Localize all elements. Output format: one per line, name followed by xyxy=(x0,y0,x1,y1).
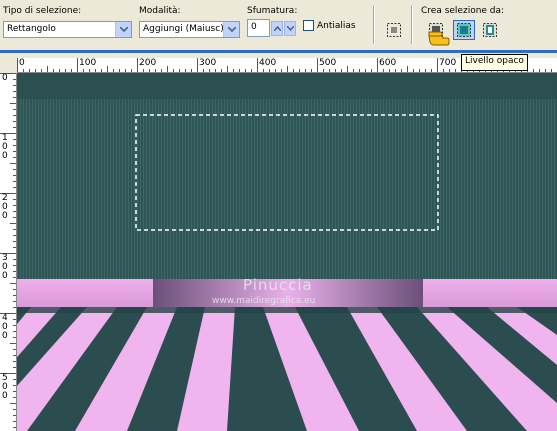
canvas-artwork xyxy=(17,73,557,431)
spin-down-icon[interactable] xyxy=(284,21,296,36)
floor-edge xyxy=(17,307,557,313)
toolbar-separator xyxy=(373,6,375,44)
select-opaque-layer-icon[interactable] xyxy=(453,20,475,40)
ruler-label: 0 xyxy=(19,58,25,68)
ruler-label: 5 0 0 xyxy=(2,373,8,401)
ruler-label: 600 xyxy=(379,58,397,68)
ruler-label: 0 xyxy=(2,73,8,83)
watermark-title: Pinuccia xyxy=(243,276,313,294)
selection-type-value: Rettangolo xyxy=(7,24,56,34)
select-from-vector-icon[interactable] xyxy=(481,21,499,39)
feather-value: 0 xyxy=(251,22,257,32)
selection-type-dropdown[interactable]: Rettangolo xyxy=(3,21,132,38)
dropdown-arrow-icon[interactable] xyxy=(223,22,239,37)
select-none-icon[interactable] xyxy=(385,21,403,39)
ruler-label: 100 xyxy=(79,58,97,68)
watermark-url: www.maidiregrafica.eu xyxy=(212,296,316,306)
vertical-ruler[interactable]: 0 1 0 0 2 0 0 3 0 0 4 0 0 5 0 0 xyxy=(0,73,17,431)
antialias-label: Antialias xyxy=(317,21,356,31)
selection-type-label: Tipo di selezione: xyxy=(3,6,82,16)
mode-dropdown[interactable]: Aggiungi (Maiusc) xyxy=(139,21,240,38)
spin-up-icon[interactable] xyxy=(271,21,283,36)
wall-top-band xyxy=(17,73,557,99)
ruler-label: 700 xyxy=(439,58,457,68)
ruler-label: 300 xyxy=(199,58,217,68)
image-canvas[interactable]: Pinuccia www.maidiregrafica.eu xyxy=(17,73,557,431)
tool-options-toolbar: Tipo di selezione: Rettangolo Modalità: … xyxy=(0,0,557,51)
ruler-label: 1 0 0 xyxy=(2,133,8,161)
mode-label: Modalità: xyxy=(139,6,181,16)
ruler-label: 200 xyxy=(139,58,157,68)
feather-label: Sfumatura: xyxy=(247,6,298,16)
ruler-corner xyxy=(0,58,17,73)
tooltip: Livello opaco xyxy=(461,54,528,71)
toolbar-separator xyxy=(411,6,413,44)
ruler-label: 3 0 0 xyxy=(2,253,8,281)
ruler-label: 2 0 0 xyxy=(2,193,8,221)
ruler-label: 500 xyxy=(319,58,337,68)
dropdown-arrow-icon[interactable] xyxy=(115,22,131,37)
feather-input[interactable]: 0 xyxy=(247,19,270,37)
create-selection-from-label: Crea selezione da: xyxy=(421,6,505,16)
wall xyxy=(17,73,557,279)
ruler-label: 400 xyxy=(259,58,277,68)
mode-value: Aggiungi (Maiusc) xyxy=(143,24,224,34)
ruler-label: 4 0 0 xyxy=(2,313,8,341)
pointing-hand-icon xyxy=(428,30,450,46)
antialias-checkbox[interactable] xyxy=(303,20,314,31)
toolbar-bottom-accent xyxy=(0,50,557,53)
